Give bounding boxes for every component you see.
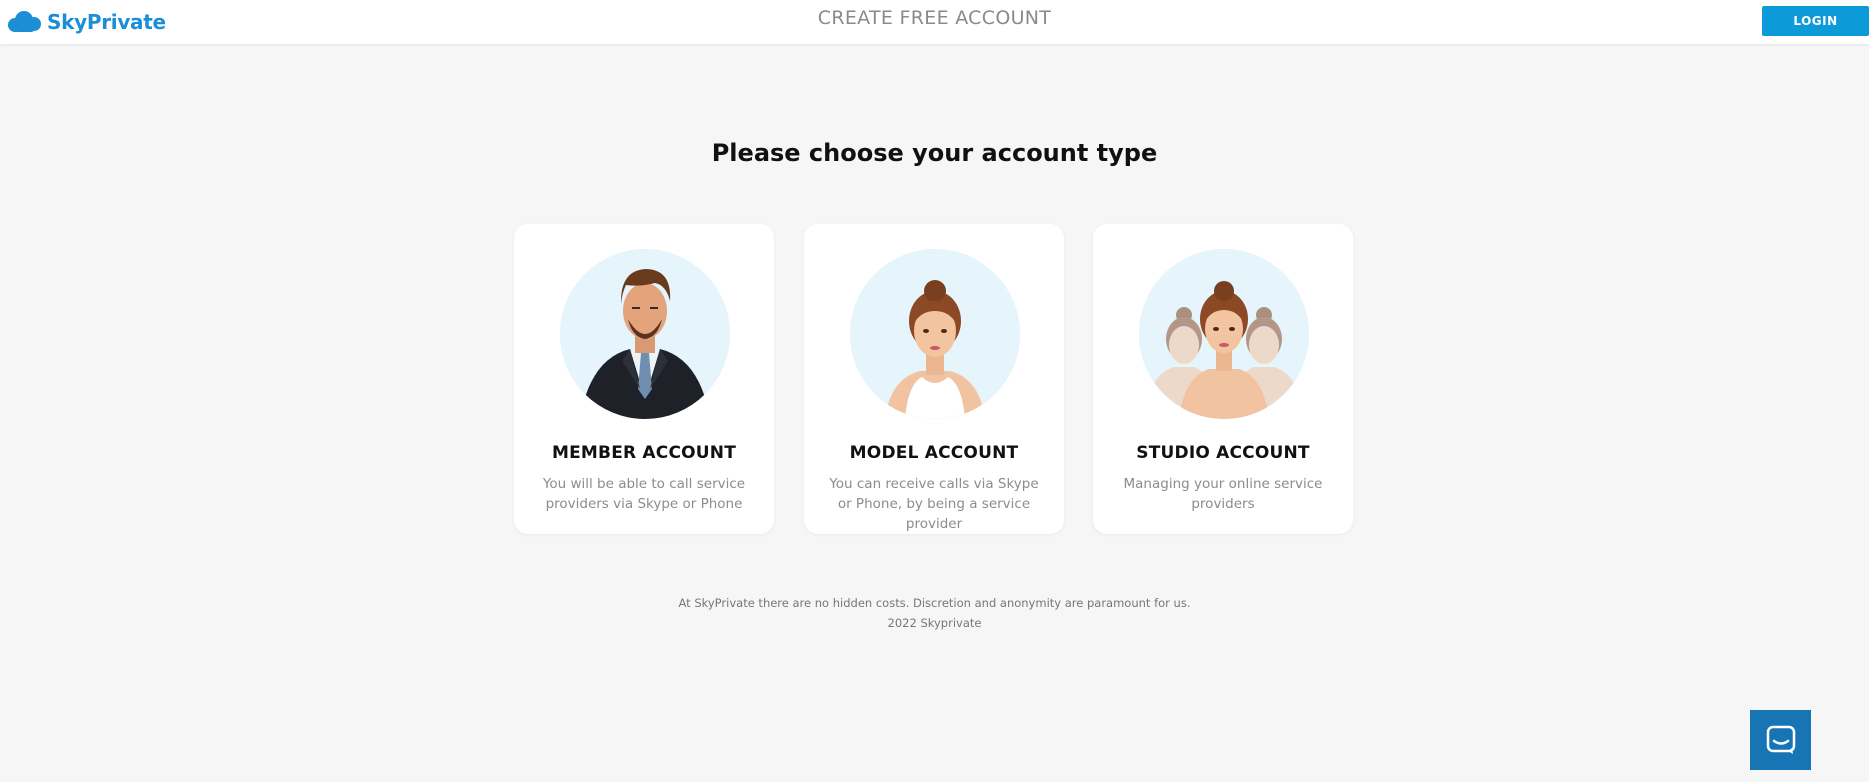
page-header-title: CREATE FREE ACCOUNT <box>817 7 1052 29</box>
footer-disclaimer: At SkyPrivate there are no hidden costs.… <box>678 596 1191 610</box>
model-account-description: You can receive calls via Skype or Phone… <box>829 476 1039 532</box>
member-account-description: You will be able to call service provide… <box>542 476 746 512</box>
chat-widget-button[interactable] <box>1750 710 1811 770</box>
member-account-title: MEMBER ACCOUNT <box>551 443 736 463</box>
man-in-suit-avatar-icon <box>560 249 730 419</box>
login-button[interactable]: LOGIN <box>1762 6 1869 36</box>
model-account-title: MODEL ACCOUNT <box>849 443 1019 463</box>
model-account-card[interactable]: MODEL ACCOUNT You can receive calls via … <box>804 224 1064 534</box>
studio-account-description: Managing your online service providers <box>1123 476 1323 512</box>
studio-account-card[interactable]: STUDIO ACCOUNT Managing your online serv… <box>1093 224 1353 534</box>
member-account-card[interactable]: MEMBER ACCOUNT You will be able to call … <box>514 224 774 534</box>
studio-account-title: STUDIO ACCOUNT <box>1136 443 1310 463</box>
top-bar: SkyPrivate CREATE FREE ACCOUNT LOGIN <box>0 0 1869 44</box>
group-of-women-avatar-icon <box>1139 249 1309 419</box>
woman-avatar-icon <box>850 249 1020 419</box>
page-title: Please choose your account type <box>711 139 1158 167</box>
footer: At SkyPrivate there are no hidden costs.… <box>0 593 1869 633</box>
footer-copyright: 2022 Skyprivate <box>887 616 982 630</box>
chat-bubble-icon <box>1766 725 1795 754</box>
